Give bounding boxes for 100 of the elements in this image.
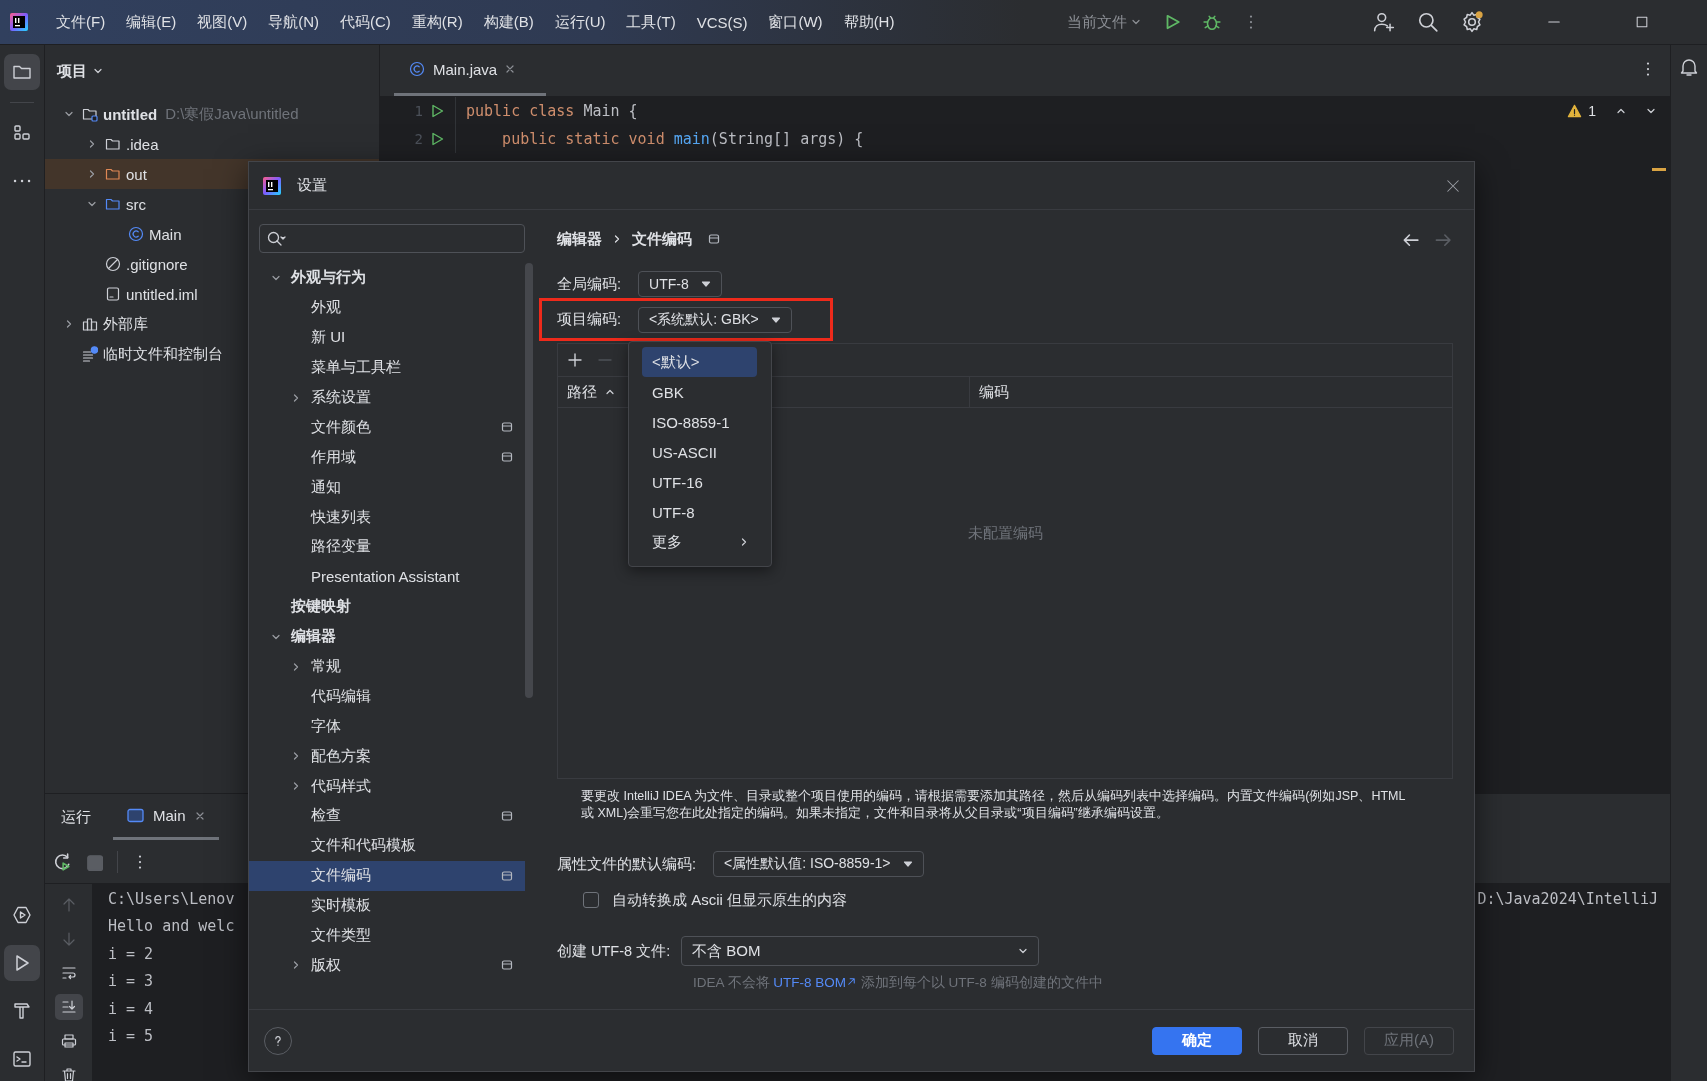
add-icon[interactable] <box>567 352 583 368</box>
tree-item[interactable]: .idea <box>45 129 379 159</box>
menu-item[interactable]: 代码(C) <box>340 8 400 36</box>
scroll-to-end-icon[interactable] <box>60 999 77 1015</box>
menu-item[interactable]: 重构(R) <box>411 8 472 36</box>
menu-item[interactable]: 导航(N) <box>268 8 328 36</box>
chevron-icon <box>1131 17 1141 27</box>
chevron-icon <box>1018 946 1029 956</box>
column-header[interactable]: 编码 <box>979 382 1009 402</box>
run-config-selector[interactable]: 当前文件 <box>1067 12 1141 32</box>
settings-nav-item[interactable]: 作用域 <box>249 442 525 473</box>
settings-nav-item[interactable]: 新 UI <box>249 322 525 353</box>
menu-item[interactable]: VCS(S) <box>696 9 757 35</box>
maximize-icon[interactable] <box>1635 15 1649 29</box>
settings-icon[interactable] <box>1461 11 1483 33</box>
next-icon[interactable] <box>1646 106 1656 116</box>
settings-nav-item[interactable]: 系统设置 <box>249 382 525 413</box>
menu-item[interactable]: US-ASCII <box>642 437 757 467</box>
menu-item[interactable]: 视图(V) <box>197 8 257 36</box>
tree-item[interactable]: untitled D:\寒假Java\untitled <box>45 99 379 129</box>
run-tab[interactable]: Main <box>113 794 219 840</box>
menu-item[interactable]: UTF-16 <box>642 467 757 497</box>
run-icon[interactable] <box>429 131 445 147</box>
settings-nav-item[interactable]: 文件类型 <box>249 920 525 951</box>
settings-nav-item[interactable]: 外观与行为 <box>249 263 525 293</box>
project-scope-icon <box>708 233 720 245</box>
menu-item[interactable]: 更多 <box>642 527 757 557</box>
breadcrumb-item: 文件编码 <box>632 229 692 249</box>
settings-nav-item[interactable]: 代码样式 <box>249 771 525 802</box>
settings-nav-item[interactable]: 文件和代码模板 <box>249 830 525 861</box>
dialog-button[interactable]: 确定 <box>1152 1026 1242 1055</box>
settings-nav-item[interactable]: Presentation Assistant <box>249 561 525 592</box>
close-icon[interactable] <box>1446 178 1460 193</box>
encoding-dropdown[interactable]: UTF-8 <box>638 271 722 297</box>
settings-nav-item[interactable]: 文件编码 <box>249 860 525 891</box>
settings-nav-item[interactable]: 实时模板 <box>249 890 525 921</box>
settings-nav-label: 实时模板 <box>311 896 372 916</box>
menu-item[interactable]: <默认> <box>642 347 757 377</box>
panel-title[interactable]: 项目 <box>57 61 87 81</box>
settings-nav-label: 文件编码 <box>311 866 372 886</box>
editor-tab[interactable]: Main.java <box>394 45 546 96</box>
tree-item[interactable]: Main <box>45 219 379 249</box>
settings-nav-label: 作用域 <box>311 447 357 467</box>
menu-item[interactable]: 编辑(E) <box>126 8 186 36</box>
breadcrumb-item[interactable]: 编辑器 <box>557 229 602 249</box>
tool-window-button[interactable] <box>4 945 40 981</box>
settings-nav-item[interactable]: 路径变量 <box>249 532 525 562</box>
settings-nav-item[interactable]: 代码编辑 <box>249 681 525 712</box>
menu-item[interactable]: 窗口(W) <box>768 8 832 36</box>
scrollbar-thumb[interactable] <box>525 263 533 698</box>
settings-nav-label: 常规 <box>311 657 342 676</box>
tree-item-label: untitled.iml <box>126 285 198 303</box>
menu-item[interactable]: ISO-8859-1 <box>642 407 757 437</box>
soft-wrap-icon[interactable] <box>60 965 77 981</box>
add-user-icon[interactable] <box>1373 11 1395 33</box>
search-icon[interactable] <box>1417 11 1439 33</box>
menu-item[interactable]: UTF-8 <box>642 497 757 527</box>
bom-link[interactable]: UTF-8 BOM <box>773 975 858 990</box>
bell-icon[interactable] <box>1679 57 1699 77</box>
previous-icon[interactable] <box>1616 106 1626 116</box>
checkbox-label: 自动转换成 Ascii 但显示原生的内容 <box>612 890 847 910</box>
bug-icon[interactable] <box>1203 13 1221 31</box>
settings-nav-item[interactable]: 常规 <box>249 651 525 682</box>
menu-item[interactable]: 帮助(H) <box>843 8 904 36</box>
settings-nav-label: 外观 <box>311 298 342 318</box>
settings-nav-item[interactable]: 快速列表 <box>249 502 525 532</box>
menu-item[interactable]: GBK <box>642 377 757 407</box>
settings-nav-item[interactable]: 版权 <box>249 950 525 981</box>
settings-nav-item[interactable]: 菜单与工具栏 <box>249 352 525 383</box>
checkbox[interactable] <box>583 892 599 908</box>
menu-item[interactable]: 文件(F) <box>56 8 115 36</box>
settings-nav-item[interactable]: 外观 <box>249 292 525 323</box>
settings-nav-item[interactable]: 按键映射 <box>249 591 525 622</box>
tool-window-button[interactable] <box>4 54 40 90</box>
encoding-dropdown[interactable]: <系统默认: GBK> <box>638 306 792 333</box>
menu-item[interactable]: 工具(T) <box>626 8 685 36</box>
settings-nav-item[interactable]: 配色方案 <box>249 741 525 772</box>
tree-item-label: 外部库 <box>103 314 148 334</box>
encoding-dropdown[interactable]: <属性默认值: ISO-8859-1> <box>713 851 924 877</box>
settings-nav-label: 检查 <box>311 806 342 826</box>
search-field[interactable] <box>259 224 525 253</box>
bom-dropdown[interactable]: 不含 BOM <box>681 936 1040 966</box>
close-icon[interactable] <box>194 810 205 821</box>
settings-nav-item[interactable]: 检查 <box>249 801 525 831</box>
rerun-icon[interactable] <box>53 852 71 871</box>
settings-nav-item[interactable]: 通知 <box>249 472 525 503</box>
run-icon[interactable] <box>429 103 445 119</box>
settings-nav-item[interactable]: 文件颜色 <box>249 412 525 443</box>
settings-nav-item[interactable]: 字体 <box>249 711 525 742</box>
print-icon[interactable] <box>60 1033 77 1049</box>
column-header[interactable]: 路径 <box>567 382 597 402</box>
dialog-button[interactable]: 取消 <box>1258 1026 1348 1055</box>
menu-item[interactable]: 构建(B) <box>483 8 543 36</box>
settings-nav-item[interactable]: 编辑器 <box>249 621 525 652</box>
tree-item-path: D:\寒假Java\untitled <box>165 104 299 124</box>
trash-icon[interactable] <box>60 1067 77 1081</box>
settings-nav-label: 文件颜色 <box>311 417 372 437</box>
scratches-icon <box>82 346 98 362</box>
menu-item[interactable]: 运行(U) <box>554 8 615 36</box>
close-icon[interactable] <box>505 64 516 74</box>
